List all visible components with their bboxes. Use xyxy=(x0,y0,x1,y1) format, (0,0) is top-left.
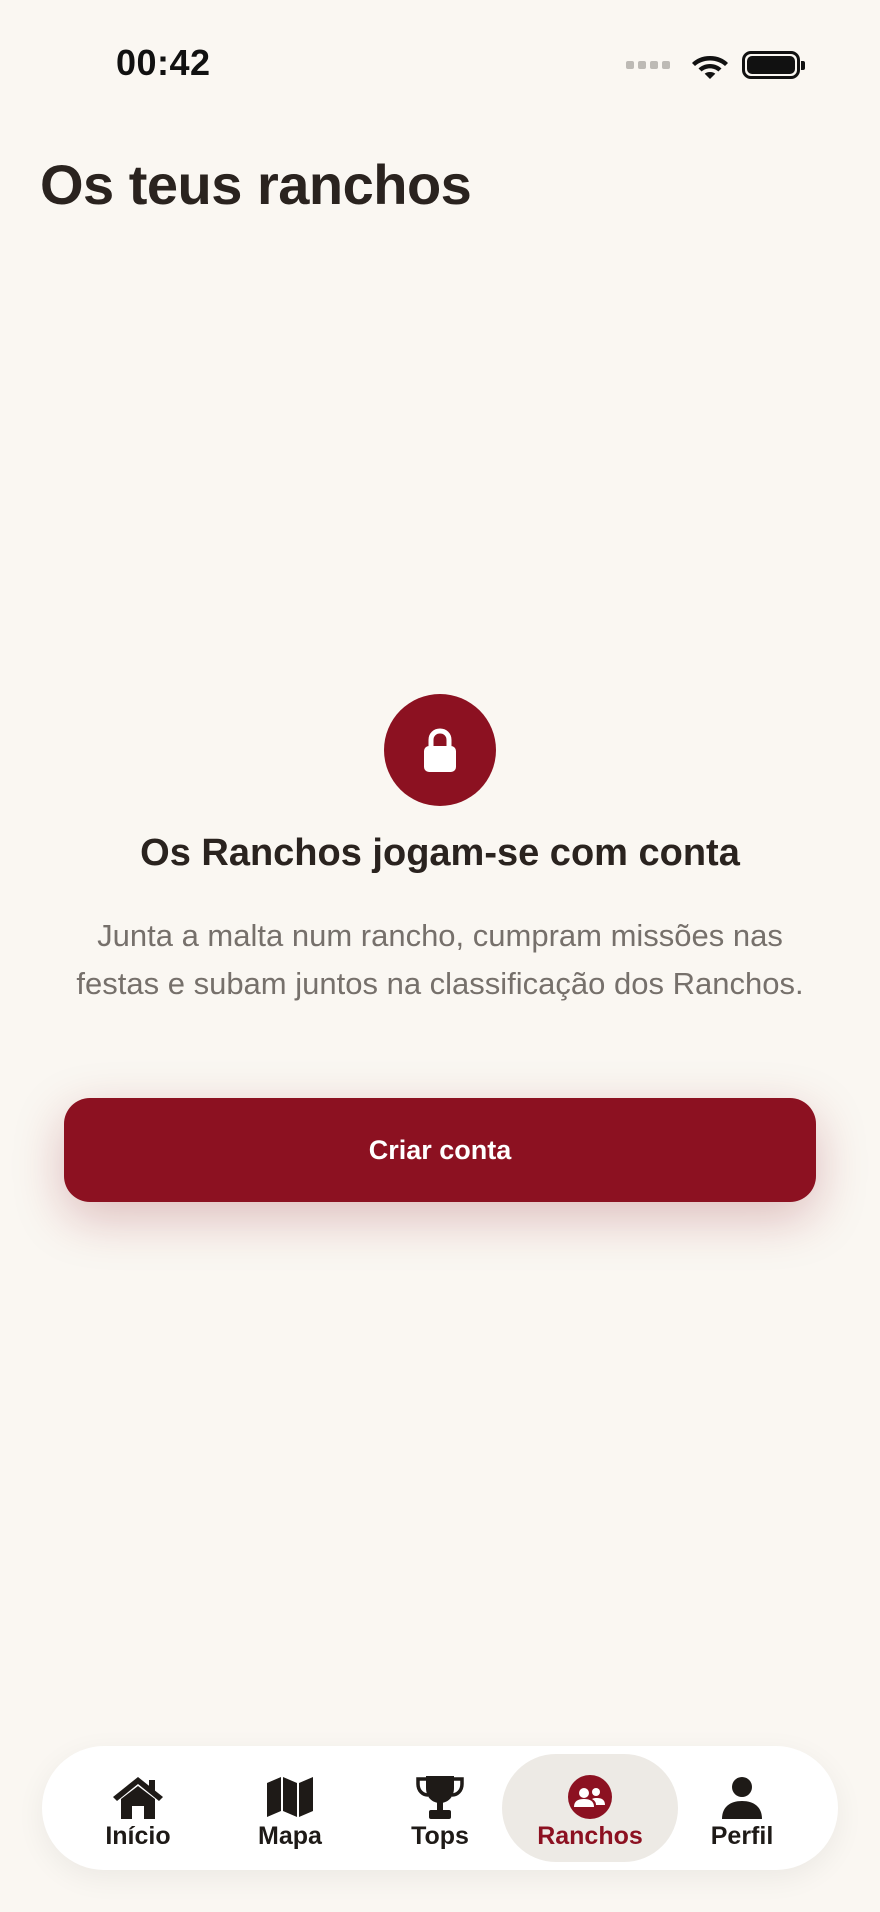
home-icon xyxy=(110,1774,166,1820)
empty-state-title: Os Ranchos jogam-se com conta xyxy=(140,832,740,874)
tab-label: Início xyxy=(105,1822,171,1850)
battery-icon xyxy=(742,51,805,79)
group-icon xyxy=(562,1774,618,1820)
tab-bar: Início Mapa Tops Ranchos Perfil xyxy=(42,1746,838,1870)
tab-label: Tops xyxy=(411,1822,469,1850)
screen: 00:42 Os teus ranchos Os Ranchos jogam-s… xyxy=(0,0,880,1912)
tab-label: Mapa xyxy=(258,1822,322,1850)
create-account-button[interactable]: Criar conta xyxy=(64,1098,816,1202)
trophy-icon xyxy=(412,1774,468,1820)
cellular-signal-icon xyxy=(626,61,670,69)
person-icon xyxy=(714,1774,770,1820)
tab-inicio[interactable]: Início xyxy=(50,1754,226,1862)
tab-label: Ranchos xyxy=(537,1822,643,1850)
lock-badge xyxy=(384,694,496,806)
empty-state-description: Junta a malta num rancho, cumpram missõe… xyxy=(76,918,804,1001)
status-bar: 00:42 xyxy=(0,0,880,130)
tab-ranchos[interactable]: Ranchos xyxy=(502,1754,678,1862)
status-indicators xyxy=(626,48,805,82)
status-time: 00:42 xyxy=(116,42,211,83)
lock-icon xyxy=(424,728,456,772)
tab-label: Perfil xyxy=(710,1822,774,1850)
tab-perfil[interactable]: Perfil xyxy=(654,1754,830,1862)
map-icon xyxy=(262,1774,318,1820)
page-title: Os teus ranchos xyxy=(40,153,472,216)
wifi-icon xyxy=(692,56,728,79)
